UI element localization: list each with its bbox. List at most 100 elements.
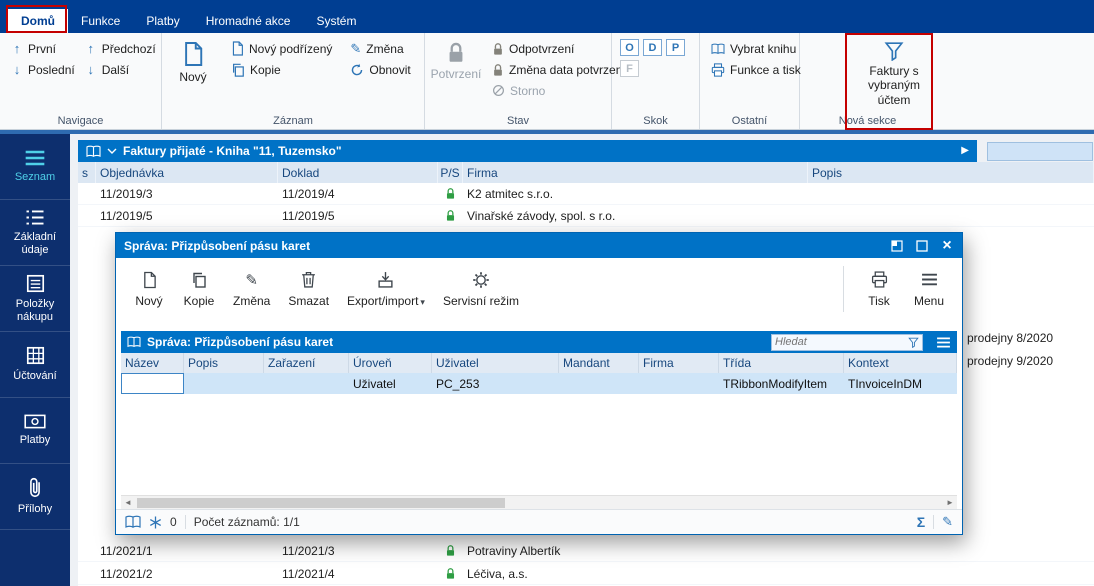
dialog-service-mode-button[interactable]: Servisní režim [436, 263, 526, 315]
group-label-stav: Stav [506, 115, 529, 127]
column-header-objednavka[interactable]: Objednávka [96, 162, 278, 183]
column-header-mandant[interactable]: Mandant [559, 353, 639, 373]
dock-window-icon[interactable] [886, 236, 908, 256]
lock-icon [445, 187, 456, 200]
horizontal-scrollbar[interactable]: ◄ ► [121, 495, 957, 509]
select-book-button[interactable]: Vybrat knihu [706, 38, 806, 59]
chevron-down-icon[interactable] [107, 148, 117, 154]
printer-icon [871, 270, 888, 290]
dialog-table-row[interactable]: Uživatel PC_253 TRibbonModifyItem TInvoi… [121, 373, 957, 394]
tab-funkce[interactable]: Funkce [68, 9, 133, 33]
list-menu-icon[interactable] [936, 337, 951, 348]
column-header-doklad[interactable]: Doklad [278, 162, 438, 183]
column-header-popis[interactable]: Popis [808, 162, 1094, 183]
change-button[interactable]: ✎ Změna [345, 38, 415, 59]
sidebar-item-seznam[interactable]: Seznam [0, 134, 70, 200]
storno-button[interactable]: Storno [487, 80, 631, 101]
select-book-label: Vybrat knihu [730, 41, 797, 56]
dialog-column-headers: Název Popis Zařazení Úroveň Uživatel Man… [121, 353, 957, 373]
dialog-new-button[interactable]: Nový [126, 263, 172, 315]
column-header-s[interactable]: s [78, 162, 96, 183]
sum-icon[interactable]: Σ [917, 514, 925, 530]
confirm-button[interactable]: Potvrzení [431, 38, 481, 84]
sidebar-item-uctovani[interactable]: Účtování [0, 332, 70, 398]
search-input[interactable] [775, 336, 905, 348]
table-row[interactable]: 11/2021/1 11/2021/3 Potraviny Albertík [78, 540, 1094, 562]
column-header-popis[interactable]: Popis [184, 353, 264, 373]
ribbon-group-ostatni: Vybrat knihu Funkce a tisk Ostatní [700, 33, 801, 129]
functions-print-button[interactable]: Funkce a tisk [706, 59, 806, 80]
filter-funnel-icon [884, 41, 904, 61]
tab-hromadne-akce[interactable]: Hromadné akce [193, 9, 304, 33]
change-confirm-date-button[interactable]: Změna data potvrzení [487, 59, 631, 80]
filter-funnel-icon[interactable] [908, 337, 919, 348]
tab-domu[interactable]: Domů [8, 9, 68, 33]
sidebar-item-polozky-nakupu[interactable]: Položky nákupu [0, 266, 70, 332]
maximize-icon[interactable] [911, 236, 933, 256]
column-header-uzivatel[interactable]: Uživatel [432, 353, 559, 373]
last-button[interactable]: ↓ Poslední [6, 59, 80, 80]
column-header-nazev[interactable]: Název [121, 353, 184, 373]
new-child-label: Nový podřízený [249, 41, 333, 56]
book-view-icon[interactable] [125, 515, 141, 529]
jump-f-button[interactable]: F [620, 60, 639, 77]
scroll-right-icon[interactable]: ► [943, 498, 957, 507]
column-header-zarazeni[interactable]: Zařazení [264, 353, 349, 373]
quick-filter-input[interactable] [987, 141, 1093, 161]
previous-button[interactable]: ↑ Předchozí [80, 38, 161, 59]
unconfirm-button[interactable]: Odpotvrzení [487, 38, 631, 59]
dialog-change-button[interactable]: ✎ Změna [226, 263, 277, 315]
column-header-ps[interactable]: P/S [438, 162, 463, 183]
column-header-firma[interactable]: Firma [463, 162, 808, 183]
dialog-copy-label: Kopie [183, 293, 215, 308]
dialog-print-button[interactable]: Tisk [856, 263, 902, 315]
refresh-button[interactable]: Obnovit [345, 59, 415, 80]
document-icon [142, 270, 157, 290]
jump-o-button[interactable]: O [620, 39, 639, 56]
column-header-uroven[interactable]: Úroveň [349, 353, 432, 373]
sidebar-item-platby[interactable]: Platby [0, 398, 70, 464]
ribbon: ↑ První ↓ Poslední ↑ Předchozí ↓ Další Navig… [0, 33, 1094, 130]
dialog-export-import-label: Export/import ▾ [347, 293, 425, 308]
cell-firma [639, 373, 719, 394]
copy-button[interactable]: Kopie [226, 59, 337, 80]
sidebar-item-prilohy[interactable]: Přílohy [0, 464, 70, 530]
jump-d-button[interactable]: D [643, 39, 662, 56]
dialog-export-import-button[interactable]: Export/import ▾ [340, 263, 432, 315]
scrollbar-thumb[interactable] [137, 498, 505, 508]
new-button[interactable]: Nový [168, 38, 218, 87]
dialog-menu-button[interactable]: Menu [906, 263, 952, 315]
cell-uroven: Uživatel [353, 376, 396, 391]
sidebar-item-label: Účtování [13, 370, 57, 383]
table-row[interactable]: 11/2021/2 11/2021/4 Léčiva, a.s. [78, 563, 1094, 585]
play-icon[interactable]: ▶ [961, 146, 969, 156]
dialog-delete-button[interactable]: Smazat [281, 263, 336, 315]
focused-cell[interactable] [121, 373, 184, 394]
tab-platby[interactable]: Platby [133, 9, 192, 33]
search-box [771, 333, 923, 351]
first-button[interactable]: ↑ První [6, 38, 80, 59]
column-header-trida[interactable]: Třída [719, 353, 844, 373]
cell-doklad: 11/2021/3 [282, 543, 335, 558]
scroll-left-icon[interactable]: ◄ [121, 498, 135, 507]
table-row[interactable]: 11/2019/3 11/2019/4 K2 atmitec s.r.o. [78, 183, 1094, 205]
table-row[interactable]: 11/2019/5 11/2019/5 Vinařské závody, spo… [78, 205, 1094, 227]
document-icon [182, 41, 204, 67]
book-icon[interactable] [86, 145, 101, 158]
column-header-firma[interactable]: Firma [639, 353, 719, 373]
new-child-button[interactable]: Nový podřízený [226, 38, 337, 59]
dialog-delete-label: Smazat [288, 293, 330, 308]
grid-icon [26, 346, 45, 365]
cell-objednavka: 11/2019/3 [100, 186, 153, 201]
invoices-with-account-button[interactable]: Faktury s vybraným účtem [856, 38, 932, 110]
column-header-kontext[interactable]: Kontext [844, 353, 957, 373]
next-button[interactable]: ↓ Další [80, 59, 161, 80]
sidebar-item-zakladni-udaje[interactable]: Základní údaje [0, 200, 70, 266]
snowflake-icon[interactable] [149, 516, 162, 529]
dialog-copy-button[interactable]: Kopie [176, 263, 222, 315]
jump-p-button[interactable]: P [666, 39, 685, 56]
dialog-new-label: Nový [135, 293, 163, 308]
tab-system[interactable]: Systém [303, 9, 369, 33]
close-icon[interactable]: × [936, 236, 958, 256]
edit-pencil-icon[interactable]: ✎ [942, 514, 953, 530]
